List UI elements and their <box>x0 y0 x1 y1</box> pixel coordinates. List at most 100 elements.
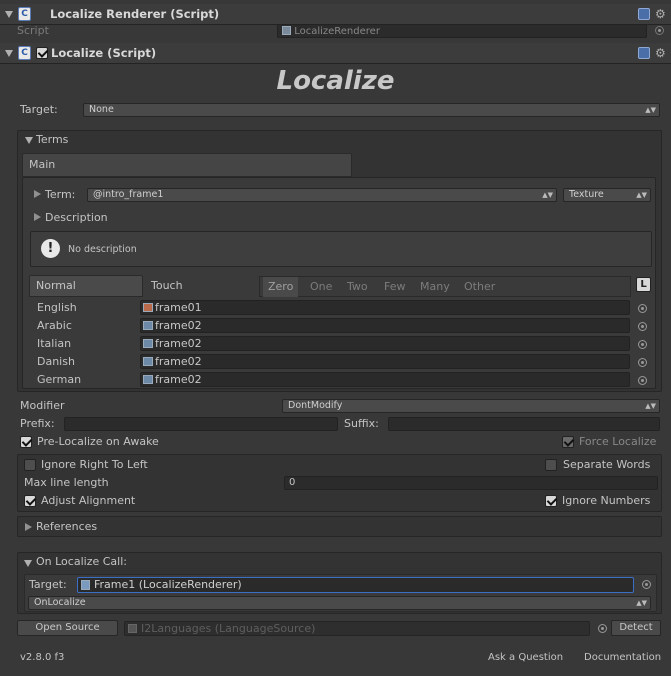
language-source-value: I2Languages (LanguageSource) <box>141 622 316 635</box>
language-row: Italian frame02 <box>32 335 650 353</box>
object-picker-icon[interactable] <box>642 580 651 589</box>
event-target-label: Target: <box>29 578 67 591</box>
separate-words-checkbox[interactable] <box>545 459 557 471</box>
references-label[interactable]: References <box>36 520 97 533</box>
language-name: Arabic <box>37 319 72 332</box>
script-field[interactable]: LocalizeRenderer <box>277 24 647 38</box>
plural-one[interactable]: One <box>305 277 337 297</box>
description-label[interactable]: Description <box>45 211 108 224</box>
term-type-dropdown[interactable]: Texture ▲▼ <box>563 188 651 202</box>
language-texture-field[interactable]: frame02 <box>140 372 630 387</box>
suffix-input[interactable] <box>388 417 660 431</box>
language-name: English <box>37 301 77 314</box>
terms-foldout-icon[interactable] <box>25 137 33 144</box>
language-name: Italian <box>37 337 72 350</box>
language-texture-value: frame02 <box>155 337 202 350</box>
terms-label[interactable]: Terms <box>36 133 68 146</box>
modifier-dropdown[interactable]: DontModify ▲▼ <box>282 399 660 413</box>
dropdown-arrow-icon: ▲▼ <box>636 191 647 199</box>
prelocalize-checkbox[interactable] <box>20 436 32 448</box>
tab-normal[interactable]: Normal <box>29 275 143 297</box>
language-name: German <box>37 373 82 386</box>
language-texture-field[interactable]: frame02 <box>140 318 630 333</box>
event-method-value: OnLocalize <box>34 597 86 608</box>
object-picker-icon[interactable] <box>638 376 647 385</box>
ignore-numbers-checkbox[interactable] <box>545 495 557 507</box>
language-texture-field[interactable]: frame02 <box>140 336 630 351</box>
max-line-input[interactable]: 0 <box>284 476 658 490</box>
term-foldout-icon[interactable] <box>34 190 41 198</box>
component-enabled-checkbox[interactable] <box>36 47 48 59</box>
renderer-component-header[interactable]: C Localize Renderer (Script) ⚙ <box>0 4 671 25</box>
references-panel[interactable] <box>17 516 662 537</box>
event-method-dropdown[interactable]: OnLocalize ▲▼ <box>28 596 651 610</box>
renderer-title: Localize Renderer (Script) <box>50 7 220 21</box>
ignore-rtl-checkbox[interactable] <box>24 459 36 471</box>
ask-question-link[interactable]: Ask a Question <box>488 652 563 663</box>
language-texture-value: frame01 <box>155 301 202 314</box>
version-label: v2.8.0 f3 <box>20 652 65 663</box>
target-dropdown-value: None <box>89 104 114 115</box>
open-source-button[interactable]: Open Source <box>17 620 118 636</box>
language-name: Danish <box>37 355 75 368</box>
term-dropdown-value: @intro_frame1 <box>93 189 164 200</box>
foldout-arrow-icon[interactable] <box>5 50 13 57</box>
plural-zero[interactable]: Zero <box>263 277 299 297</box>
gear-icon[interactable]: ⚙ <box>655 8 666 20</box>
help-icon[interactable] <box>638 47 650 59</box>
language-texture-field[interactable]: frame01 <box>140 300 630 315</box>
target-label: Target: <box>20 103 58 116</box>
source-asset-icon <box>128 624 137 633</box>
gear-icon[interactable]: ⚙ <box>655 47 666 59</box>
prelocalize-label: Pre-Localize on Awake <box>37 435 159 448</box>
references-foldout-icon[interactable] <box>25 523 32 531</box>
language-texture-field[interactable]: frame02 <box>140 354 630 369</box>
script-icon: C <box>18 7 31 21</box>
foldout-arrow-icon[interactable] <box>5 11 13 18</box>
object-picker-icon[interactable] <box>655 26 664 35</box>
languages-l-button[interactable]: L <box>636 277 651 292</box>
plural-other[interactable]: Other <box>459 277 500 297</box>
on-localize-foldout-icon[interactable] <box>24 560 32 567</box>
event-target-field[interactable]: Frame1 (LocalizeRenderer) <box>77 577 634 593</box>
dropdown-arrow-icon: ▲▼ <box>645 402 656 410</box>
detect-button[interactable]: Detect <box>611 620 661 636</box>
script-field-value: LocalizeRenderer <box>294 26 380 37</box>
adjust-alignment-checkbox[interactable] <box>24 495 36 507</box>
term-type-value: Texture <box>569 189 604 200</box>
plural-two[interactable]: Two <box>342 277 373 297</box>
tab-main[interactable]: Main <box>22 153 352 177</box>
dropdown-arrow-icon: ▲▼ <box>542 191 553 199</box>
object-picker-icon[interactable] <box>638 340 647 349</box>
texture-icon <box>143 375 153 384</box>
object-picker-icon[interactable] <box>598 624 607 633</box>
plural-few[interactable]: Few <box>379 277 411 297</box>
object-picker-icon[interactable] <box>638 304 647 313</box>
language-source-field[interactable]: I2Languages (LanguageSource) <box>124 621 590 636</box>
tab-touch[interactable]: Touch <box>145 276 255 296</box>
term-dropdown[interactable]: @intro_frame1 ▲▼ <box>87 188 557 202</box>
language-texture-value: frame02 <box>155 355 202 368</box>
script-file-icon <box>81 580 90 590</box>
adjust-alignment-label: Adjust Alignment <box>41 494 136 507</box>
plural-many[interactable]: Many <box>415 277 455 297</box>
object-picker-icon[interactable] <box>638 358 647 367</box>
prefix-input[interactable] <box>64 417 338 431</box>
localize-heading: Localize <box>276 66 395 96</box>
description-foldout-icon[interactable] <box>34 213 41 221</box>
force-localize-label: Force Localize <box>579 435 657 448</box>
help-icon[interactable] <box>638 8 650 20</box>
localize-component-header[interactable]: C Localize (Script) ⚙ <box>0 43 671 64</box>
modifier-label: Modifier <box>20 399 65 412</box>
documentation-link[interactable]: Documentation <box>584 652 661 663</box>
description-text: No description <box>68 244 137 255</box>
language-row: Danish frame02 <box>32 353 650 371</box>
prefix-label: Prefix: <box>20 417 55 430</box>
script-file-icon <box>282 26 291 35</box>
script-label: Script <box>17 24 49 37</box>
object-picker-icon[interactable] <box>638 322 647 331</box>
language-row: German frame02 <box>32 371 650 389</box>
force-localize-checkbox[interactable] <box>562 436 574 448</box>
on-localize-label[interactable]: On Localize Call: <box>36 555 127 568</box>
target-dropdown[interactable]: None ▲▼ <box>83 103 660 117</box>
